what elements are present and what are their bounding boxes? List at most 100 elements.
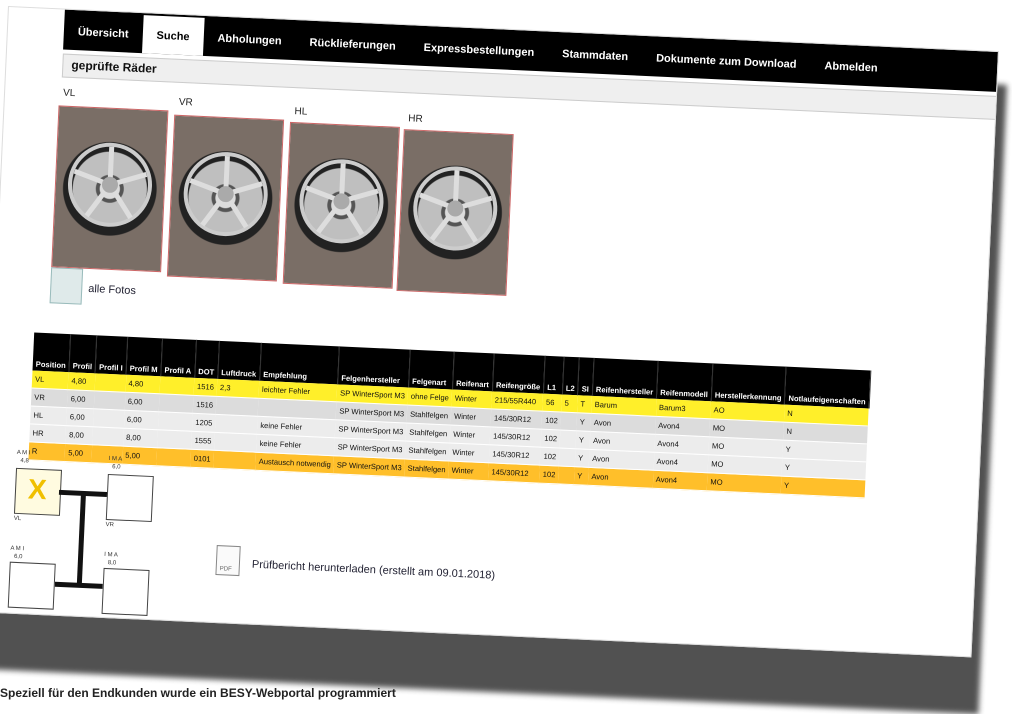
pdf-icon[interactable]: PDF <box>215 545 241 577</box>
table-cell: HL <box>30 405 68 426</box>
col-notlaufeigenschaften: Notlaufeigenschaften <box>784 366 871 409</box>
col-luftdruck: Luftdruck <box>217 340 262 381</box>
table-cell: 145/30R12 <box>488 462 541 484</box>
tread-tags-rear-right: I M A <box>104 551 118 559</box>
table-cell <box>560 412 578 431</box>
wheel-label-vl: VL <box>62 87 76 100</box>
table-cell: 102 <box>540 447 560 466</box>
table-cell <box>158 411 193 432</box>
pdf-icon-label: PDF <box>219 566 232 573</box>
table-cell <box>159 393 194 414</box>
table-cell: MO <box>706 472 782 495</box>
nav-item-suche[interactable]: Suche <box>141 15 205 56</box>
download-report-link[interactable]: Prüfbericht herunterladen (erstellt am 0… <box>252 559 496 582</box>
table-cell: VR <box>30 387 69 408</box>
table-cell: Y <box>575 430 591 450</box>
rim-icon <box>183 152 268 237</box>
wheel-label-hr: HR <box>408 113 423 125</box>
table-cell: 102 <box>541 411 562 430</box>
col-l1: L1 <box>543 355 564 395</box>
table-cell: 6,00 <box>67 389 95 409</box>
nav-item-abmelden[interactable]: Abmelden <box>810 59 892 87</box>
wheel-label-hl: HL <box>294 106 308 118</box>
table-cell: Winter <box>449 425 491 445</box>
nav-item-expressbestellungen[interactable]: Expressbestellungen <box>409 41 549 71</box>
col-reifenmodell: Reifenmodell <box>656 360 713 402</box>
table-cell: 1516 <box>193 377 218 397</box>
rim-icon <box>299 159 384 244</box>
wheel-label-vr: VR <box>178 96 193 109</box>
tire-rear-right[interactable] <box>101 567 150 616</box>
tread-value-front-left: 4,8 <box>20 458 29 465</box>
table-cell: Winter <box>448 460 489 481</box>
table-cell <box>558 447 576 467</box>
tread-value-front-right: 6,0 <box>112 464 121 471</box>
table-cell: ohne Felge <box>407 387 453 408</box>
nav-item-ruecklieferungen[interactable]: Rücklieferungen <box>295 36 410 65</box>
table-cell: 1555 <box>191 431 215 451</box>
col-profil-a: Profil A <box>160 338 197 378</box>
nav-item-uebersicht[interactable]: Übersicht <box>63 26 143 54</box>
table-cell: 145/30R12 <box>490 408 543 430</box>
table-cell: HR <box>29 423 67 444</box>
table-cell: Winter <box>450 407 492 427</box>
portal-screenshot: Übersicht Suche Abholungen Rücklieferung… <box>0 6 999 658</box>
col-reifenhersteller: Reifenhersteller <box>592 357 659 399</box>
all-photos-link[interactable]: alle Fotos <box>88 283 136 297</box>
table-cell: 1516 <box>192 395 217 415</box>
table-cell: 6,00 <box>124 392 160 412</box>
table-cell: SP WinterSport M3 <box>333 455 406 477</box>
table-cell <box>557 465 575 485</box>
table-cell: Stahlfelgen <box>406 405 452 426</box>
wheel-photo-hl[interactable] <box>282 121 400 289</box>
tread-value-rear-left: 6,0 <box>13 553 23 561</box>
table-cell: 4,80 <box>68 372 96 391</box>
nav-item-abholungen[interactable]: Abholungen <box>203 32 296 60</box>
table-cell <box>214 432 257 453</box>
nav-item-dokumente[interactable]: Dokumente zum Download <box>641 52 810 84</box>
table-cell: 102 <box>540 429 561 448</box>
table-cell: Stahlfelgen <box>404 458 450 479</box>
col-dot: DOT <box>194 339 220 379</box>
table-cell: Winter <box>451 389 493 409</box>
table-cell: Avon <box>588 467 654 489</box>
table-cell: 102 <box>539 465 559 484</box>
col-profil-i: Profil I <box>95 335 128 375</box>
defect-mark: X <box>27 473 48 506</box>
tire-label-vl: VL <box>13 515 22 523</box>
col-profil-m: Profil M <box>125 336 163 377</box>
drive-shaft <box>76 492 86 585</box>
table-cell: 2,3 <box>216 378 260 399</box>
table-cell: Y <box>576 412 592 432</box>
tire-rear-left[interactable] <box>7 561 56 610</box>
table-cell <box>94 373 126 393</box>
tire-front-left[interactable]: X <box>13 467 63 516</box>
tire-label-vr: VR <box>105 521 115 529</box>
rear-axle <box>54 581 103 589</box>
table-cell: 215/55R440 <box>491 391 544 412</box>
tread-tags-rear-left: A M I <box>10 545 25 553</box>
col-l2: L2 <box>562 356 580 396</box>
table-cell <box>559 429 577 449</box>
table-cell: T <box>577 395 593 414</box>
rim-icon <box>413 166 498 251</box>
table-cell: 6,00 <box>123 410 160 430</box>
wheel-photo-vr[interactable] <box>166 114 285 282</box>
tread-value-rear-right: 8,0 <box>107 560 117 567</box>
rim-icon <box>67 142 152 227</box>
table-cell: 8,00 <box>122 428 159 448</box>
wheel-photo-hr[interactable] <box>396 129 514 296</box>
wheel-photo-vl[interactable] <box>51 105 169 273</box>
caption-text: Speziell für den Endkunden wurde ein BES… <box>0 686 396 700</box>
table-cell: 8,00 <box>65 425 93 445</box>
col-empfehlung: Empfehlung <box>259 342 340 385</box>
table-cell: Avon4 <box>652 470 708 491</box>
table-cell <box>215 396 259 417</box>
table-cell: Stahlfelgen <box>405 440 450 461</box>
table-cell: 6,00 <box>66 407 94 427</box>
col-felgenhersteller: Felgenhersteller <box>337 346 411 388</box>
nav-item-stammdaten[interactable]: Stammdaten <box>547 48 642 76</box>
table-cell: 4,80 <box>125 374 161 394</box>
tire-front-right[interactable] <box>105 474 154 523</box>
photo-gallery-icon[interactable] <box>49 267 84 305</box>
